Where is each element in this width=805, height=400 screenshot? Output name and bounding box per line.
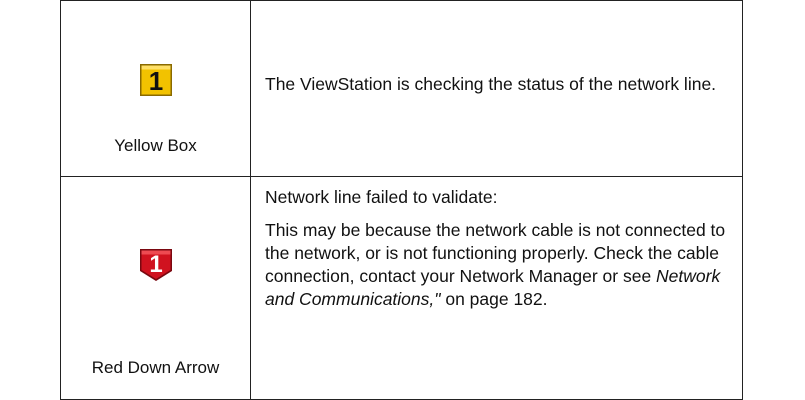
icon-cell: 1 Red Down Arrow — [60, 176, 251, 400]
description-title: Network line failed to validate: — [265, 187, 498, 207]
description-cell: Network line failed to validate: This ma… — [250, 176, 743, 400]
icon-label: Yellow Box — [114, 136, 197, 155]
table-row: 1 Yellow Box The ViewStation is checking… — [60, 0, 743, 177]
description-text: The ViewStation is checking the status o… — [265, 74, 717, 94]
description-cell: The ViewStation is checking the status o… — [250, 0, 743, 177]
description-body-page: on page 182. — [440, 289, 548, 309]
table-row: 1 Red Down Arrow Network line failed to … — [60, 176, 743, 400]
icon-digit: 1 — [148, 66, 162, 96]
red-down-arrow-1-icon: 1 — [139, 249, 172, 281]
icon-cell: 1 Yellow Box — [60, 0, 251, 177]
description-body: This may be because the network cable is… — [265, 219, 728, 311]
status-indicator-table: 1 Yellow Box The ViewStation is checking… — [60, 0, 743, 400]
icon-digit: 1 — [149, 251, 162, 278]
icon-label: Red Down Arrow — [91, 358, 220, 377]
yellow-box-1-icon: 1 — [139, 64, 172, 96]
